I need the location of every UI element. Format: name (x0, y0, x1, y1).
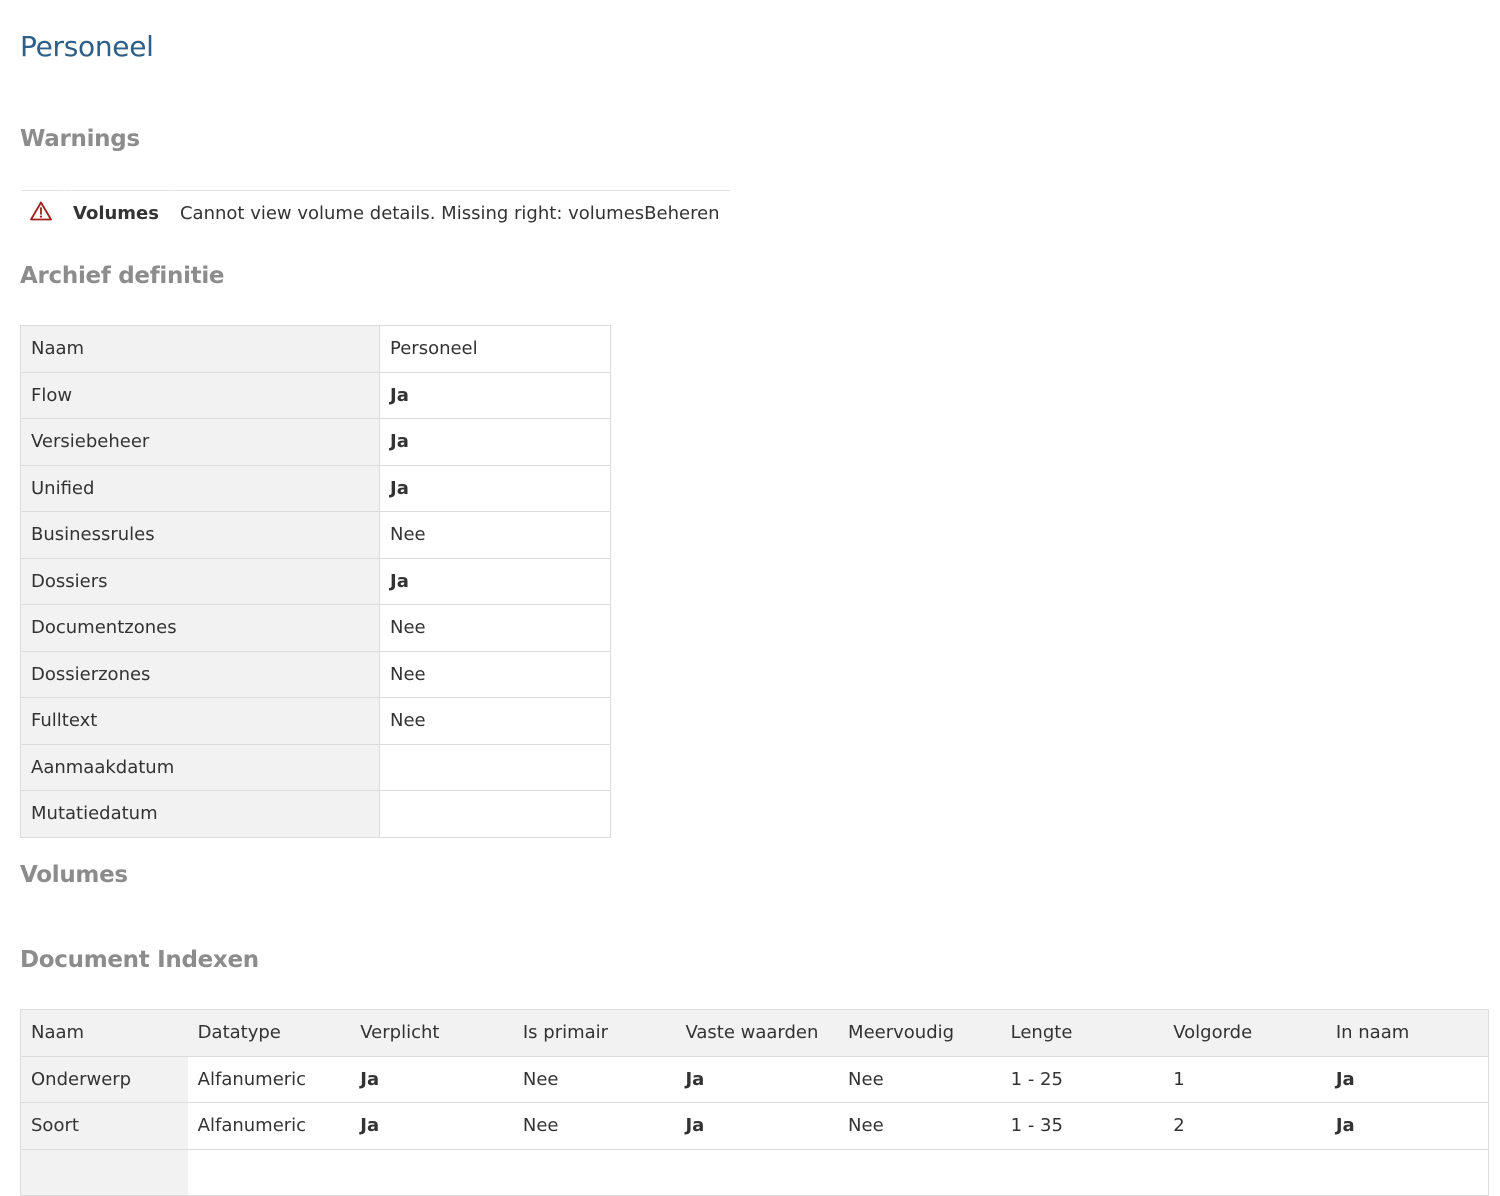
table-header-row: Naam Datatype Verplicht Is primair Vaste… (19, 1009, 1489, 1057)
page-title: Personeel (20, 30, 154, 63)
table-cell: Ja (350, 1102, 513, 1150)
definition-value: Nee (379, 697, 611, 745)
definition-value (379, 743, 611, 791)
definition-value (379, 790, 611, 838)
definition-value: Ja (379, 557, 611, 605)
definition-value: Ja (379, 464, 611, 512)
warning-triangle-icon (30, 201, 52, 226)
column-header[interactable]: Vaste waarden (675, 1009, 839, 1057)
table-row: Soort Alfanumeric Ja Nee Ja Nee 1 - 35 2… (19, 1102, 1489, 1150)
table-cell: Ja (675, 1056, 839, 1103)
definition-key: Dossierzones (20, 650, 380, 698)
archive-definition-table: Naam Personeel Flow Ja Versiebeheer Ja U… (20, 325, 611, 838)
warning-category: Volumes (65, 190, 172, 235)
definition-row: Flow Ja (20, 371, 611, 419)
definition-row: Businessrules Nee (20, 511, 611, 559)
table-cell: Nee (512, 1056, 676, 1103)
table-cell: Nee (512, 1102, 676, 1150)
table-cell (187, 1149, 351, 1196)
table-cell (1163, 1149, 1326, 1196)
document-indexes-table: Naam Datatype Verplicht Is primair Vaste… (19, 1009, 1489, 1196)
warnings-table: Volumes Cannot view volume details. Miss… (22, 190, 730, 235)
definition-key: Flow (20, 371, 380, 419)
definition-row: Unified Ja (20, 464, 611, 512)
table-cell: Nee (838, 1056, 1001, 1103)
table-cell (350, 1149, 513, 1196)
definition-value: Ja (379, 418, 611, 466)
archive-definition-heading: Archief definitie (20, 263, 225, 289)
definition-key: Businessrules (20, 511, 380, 559)
definition-value: Nee (379, 650, 611, 698)
table-cell: Soort (19, 1102, 188, 1150)
warning-row: Volumes Cannot view volume details. Miss… (22, 190, 730, 235)
table-cell (675, 1149, 839, 1196)
definition-row: Fulltext Nee (20, 697, 611, 745)
table-row: Onderwerp Alfanumeric Ja Nee Ja Nee 1 - … (19, 1056, 1489, 1103)
definition-key: Documentzones (20, 604, 380, 652)
column-header[interactable]: Verplicht (350, 1009, 513, 1057)
column-header[interactable]: Naam (19, 1009, 188, 1057)
warning-icon-cell (22, 190, 65, 235)
column-header[interactable]: In naam (1325, 1009, 1489, 1057)
definition-row: Aanmaakdatum (20, 743, 611, 791)
definition-value: Personeel (379, 325, 611, 373)
document-indexes-heading: Document Indexen (20, 947, 259, 973)
table-cell (512, 1149, 676, 1196)
table-cell: 2 (1163, 1102, 1326, 1150)
table-cell: 1 - 35 (1000, 1102, 1164, 1150)
table-row (19, 1149, 1489, 1196)
table-cell (19, 1149, 188, 1196)
table-cell: 1 (1163, 1056, 1326, 1103)
table-cell: Ja (350, 1056, 513, 1103)
column-header[interactable]: Meervoudig (838, 1009, 1001, 1057)
definition-row: Dossierzones Nee (20, 650, 611, 698)
definition-row: Naam Personeel (20, 325, 611, 373)
definition-key: Versiebeheer (20, 418, 380, 466)
table-cell: Onderwerp (19, 1056, 188, 1103)
column-header[interactable]: Lengte (1000, 1009, 1164, 1057)
definition-row: Mutatiedatum (20, 790, 611, 838)
definition-key: Aanmaakdatum (20, 743, 380, 791)
table-cell (1325, 1149, 1489, 1196)
table-cell: 1 - 25 (1000, 1056, 1164, 1103)
volumes-heading: Volumes (20, 862, 128, 888)
definition-row: Versiebeheer Ja (20, 418, 611, 466)
table-cell: Ja (1325, 1102, 1489, 1150)
definition-key: Mutatiedatum (20, 790, 380, 838)
definition-value: Nee (379, 511, 611, 559)
definition-key: Dossiers (20, 557, 380, 605)
table-cell (1000, 1149, 1164, 1196)
table-cell: Ja (675, 1102, 839, 1150)
definition-row: Dossiers Ja (20, 557, 611, 605)
definition-key: Unified (20, 464, 380, 512)
table-cell (838, 1149, 1001, 1196)
column-header[interactable]: Volgorde (1163, 1009, 1326, 1057)
definition-row: Documentzones Nee (20, 604, 611, 652)
definition-key: Naam (20, 325, 380, 373)
column-header[interactable]: Datatype (187, 1009, 351, 1057)
warning-message: Cannot view volume details. Missing righ… (171, 190, 730, 235)
definition-key: Fulltext (20, 697, 380, 745)
warnings-heading: Warnings (20, 126, 140, 152)
table-cell: Nee (838, 1102, 1001, 1150)
table-cell: Ja (1325, 1056, 1489, 1103)
definition-value: Nee (379, 604, 611, 652)
definition-value: Ja (379, 371, 611, 419)
table-cell: Alfanumeric (187, 1056, 351, 1103)
table-cell: Alfanumeric (187, 1102, 351, 1150)
column-header[interactable]: Is primair (512, 1009, 676, 1057)
